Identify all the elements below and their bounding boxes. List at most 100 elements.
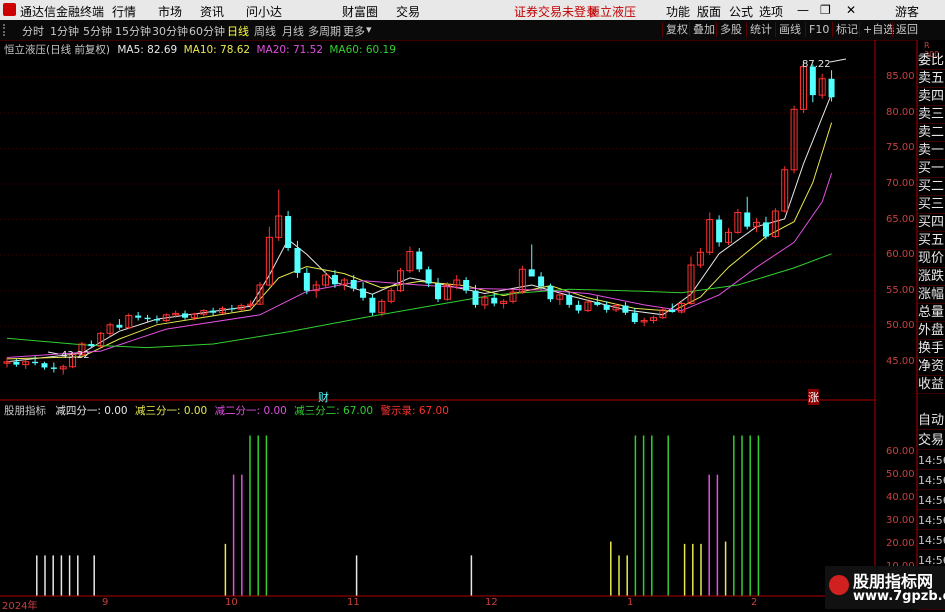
- menu-item-news[interactable]: 资讯: [200, 3, 224, 20]
- candle-body: [153, 319, 160, 321]
- tab-period-15min[interactable]: 15分钟: [115, 23, 151, 39]
- trade-field-label[interactable]: 14:56: [918, 512, 945, 530]
- fuquan-button[interactable]: 复权: [662, 22, 688, 37]
- watermark-url: www.7gpzb.com: [853, 589, 945, 604]
- quote-field-label[interactable]: 卖二: [918, 124, 945, 142]
- guest-user[interactable]: 游客: [895, 3, 919, 20]
- indicator-axis-label: 50.00: [886, 468, 915, 480]
- quote-field-label[interactable]: 买二: [918, 178, 945, 196]
- chevron-down-icon[interactable]: ▾: [366, 23, 372, 36]
- overlay-button[interactable]: 叠加: [689, 22, 715, 37]
- candle-body: [116, 324, 123, 328]
- quote-field-label[interactable]: 买五: [918, 232, 945, 250]
- trade-field-label[interactable]: 14:56: [918, 452, 945, 470]
- tab-period-1min[interactable]: 1分钟: [50, 23, 79, 39]
- statistics-button[interactable]: 统计: [746, 22, 772, 37]
- high-annotation: 87.22: [802, 59, 831, 70]
- candle-body: [500, 300, 508, 304]
- quote-field-label[interactable]: 收益: [918, 376, 945, 394]
- trade-field-label[interactable]: 自动: [918, 412, 945, 430]
- price-axis-label: 50.00: [886, 320, 915, 332]
- quote-field-label[interactable]: 买三: [918, 196, 945, 214]
- indicator-axis-label: 40.00: [886, 491, 915, 503]
- quote-field-label[interactable]: 委比: [918, 52, 945, 70]
- quote-field-label[interactable]: 总量: [918, 304, 945, 322]
- candle-body: [162, 314, 170, 322]
- quote-field-label[interactable]: 涨跌: [918, 268, 945, 286]
- draw-line-button[interactable]: 画线: [775, 22, 801, 37]
- tab-period-60min[interactable]: 60分钟: [189, 23, 225, 39]
- tab-period-monthly[interactable]: 月线: [282, 23, 304, 39]
- tab-period-more[interactable]: 更多: [343, 23, 365, 39]
- legend-ma10: MA10: 78.62: [183, 44, 251, 56]
- quote-field-label[interactable]: 卖一: [918, 142, 945, 160]
- quote-field-label[interactable]: 换手: [918, 340, 945, 358]
- candle-body: [481, 297, 489, 306]
- candle-body: [41, 363, 48, 368]
- candle-body: [818, 78, 826, 96]
- watermark-logo-icon: [829, 575, 849, 595]
- quote-field-label[interactable]: 涨幅: [918, 286, 945, 304]
- menu-item-layout[interactable]: 版面: [697, 3, 721, 20]
- indicator-legend: 股朋指标 减四分一: 0.00 减三分一: 0.00 减二分一: 0.00 减三…: [4, 403, 449, 418]
- price-axis-label: 80.00: [886, 106, 915, 118]
- trade-field-label[interactable]: 交易: [918, 432, 945, 450]
- trade-field-label[interactable]: 14:56: [918, 472, 945, 490]
- add-favorite-button[interactable]: +自选: [859, 22, 894, 37]
- candle-body: [762, 222, 769, 237]
- quote-field-label[interactable]: 买四: [918, 214, 945, 232]
- candle-body: [312, 284, 320, 292]
- f10-button[interactable]: F10: [805, 22, 829, 37]
- candle-body: [453, 279, 461, 286]
- tab-period-5min[interactable]: 5分钟: [83, 23, 112, 39]
- candle-body: [799, 66, 807, 110]
- event-zhang-marker[interactable]: 涨: [808, 389, 819, 405]
- tab-period-30min[interactable]: 30分钟: [152, 23, 188, 39]
- mark-button[interactable]: 标记: [832, 22, 858, 37]
- price-axis-label: 60.00: [886, 249, 915, 261]
- candle-body: [828, 78, 835, 98]
- close-button[interactable]: ✕: [846, 3, 856, 17]
- quote-field-label[interactable]: 外盘: [918, 322, 945, 340]
- tab-period-daily[interactable]: 日线: [227, 23, 249, 39]
- candle-body: [350, 280, 357, 289]
- tab-period-multi[interactable]: 多周期: [308, 23, 341, 39]
- candle-body: [210, 310, 217, 313]
- legend-ma60: MA60: 60.19: [329, 44, 396, 56]
- multi-stock-button[interactable]: 多股: [716, 22, 742, 37]
- candle-body: [518, 268, 526, 293]
- stock-name: 恒立液压: [588, 5, 637, 19]
- candle-body: [322, 274, 330, 286]
- quote-field-label[interactable]: 买一: [918, 160, 945, 178]
- trade-field-label[interactable]: 14:56: [918, 492, 945, 510]
- quote-field-label[interactable]: 卖三: [918, 106, 945, 124]
- period-toolbar: 分时 1分钟 5分钟 15分钟 30分钟 60分钟 日线 周线 月线 多周期 更…: [0, 20, 945, 41]
- candle-body: [603, 304, 610, 310]
- minimize-button[interactable]: —: [797, 3, 809, 17]
- quote-field-label[interactable]: 现价: [918, 250, 945, 268]
- login-status[interactable]: 证券交易未登录: [514, 3, 598, 20]
- menu-item-wenxiaoda[interactable]: 问小达: [246, 3, 282, 20]
- candle-body: [387, 290, 395, 302]
- menu-item-options[interactable]: 选项: [759, 3, 783, 20]
- restore-button[interactable]: ❐: [820, 3, 831, 17]
- trade-field-label[interactable]: 14:56: [918, 532, 945, 550]
- date-axis-label: 11: [347, 597, 360, 608]
- tab-period-fenshi[interactable]: 分时: [22, 23, 44, 39]
- quote-field-label[interactable]: 卖五: [918, 70, 945, 88]
- menu-item-formula[interactable]: 公式: [729, 3, 753, 20]
- event-cai-marker[interactable]: 财: [318, 389, 329, 405]
- quote-field-label[interactable]: 净资: [918, 358, 945, 376]
- tab-period-weekly[interactable]: 周线: [254, 23, 276, 39]
- menu-item-functions[interactable]: 功能: [666, 3, 690, 20]
- back-button[interactable]: 返回: [892, 22, 918, 37]
- kline-chart[interactable]: [0, 0, 945, 609]
- quote-field-label[interactable]: 卖四: [918, 88, 945, 106]
- candle-body: [228, 308, 235, 310]
- price-axis-label: 85.00: [886, 71, 915, 83]
- menu-item-trade[interactable]: 交易: [396, 3, 420, 20]
- menu-item-caifuquan[interactable]: 财富圈: [342, 3, 378, 20]
- menu-item-market[interactable]: 市场: [158, 3, 182, 20]
- menu-item-quotes[interactable]: 行情: [112, 3, 136, 20]
- candle-body: [509, 291, 517, 302]
